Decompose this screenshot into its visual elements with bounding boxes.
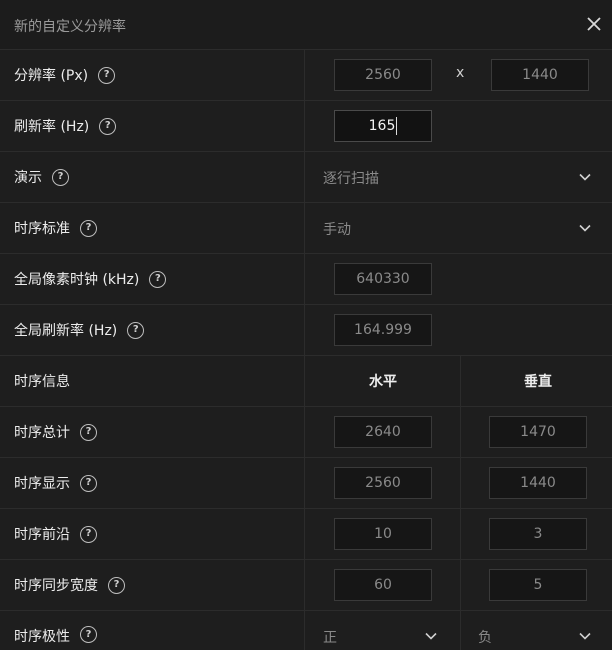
timing-info-row: 时序信息 水平 垂直 [0,356,612,407]
column-divider [460,407,461,457]
close-icon[interactable] [584,14,604,34]
help-icon[interactable]: ? [127,321,145,339]
scan-mode-row: 演示 ? 逐行扫描 [0,152,612,203]
text-caret [396,117,398,135]
pixel-clock-field[interactable]: 640330 [334,263,432,295]
sync-width-row: 时序同步宽度 ? 60 5 [0,560,612,611]
timing-standard-label: 时序标准 [14,221,70,237]
column-divider [460,509,461,559]
help-icon[interactable]: ? [149,270,167,288]
timing-standard-select[interactable]: 手动 [323,219,351,239]
chevron-down-icon[interactable] [578,629,592,643]
resolution-width-field[interactable]: 2560 [334,59,432,91]
help-icon[interactable]: ? [80,474,97,492]
refresh-rate-label: 刷新率 (Hz) [14,119,90,135]
help-icon[interactable]: ? [80,219,97,237]
pixel-clock-label: 全局像素时钟 (kHz) [14,272,140,288]
timing-total-horizontal-field[interactable]: 2640 [334,416,432,448]
chevron-down-icon[interactable] [578,221,592,235]
column-divider [460,611,461,650]
timing-display-row: 时序显示 ? 2560 1440 [0,458,612,509]
vertical-column-header: 垂直 [524,374,552,390]
sync-width-vertical-field[interactable]: 5 [489,569,587,601]
polarity-vertical-select[interactable]: 负 [478,627,492,647]
column-divider [460,458,461,508]
front-porch-label: 时序前沿 [14,527,70,543]
timing-standard-row: 时序标准 ? 手动 [0,203,612,254]
sync-width-horizontal-field[interactable]: 60 [334,569,432,601]
timing-total-row: 时序总计 ? 2640 1470 [0,407,612,458]
polarity-label: 时序极性 [14,629,70,645]
resolution-row: 分辨率 (Px) ? 2560 x 1440 [0,50,612,101]
column-divider [460,560,461,610]
timing-total-label: 时序总计 [14,425,70,441]
pixel-clock-row: 全局像素时钟 (kHz) ? 640330 [0,254,612,305]
dialog-titlebar: 新的自定义分辨率 [0,0,612,50]
sync-width-label: 时序同步宽度 [14,578,98,594]
column-divider [460,356,461,406]
help-icon[interactable]: ? [80,525,97,543]
front-porch-vertical-field[interactable]: 3 [489,518,587,550]
chevron-down-icon[interactable] [424,629,438,643]
help-icon[interactable]: ? [80,626,97,643]
timing-display-vertical-field[interactable]: 1440 [489,467,587,499]
global-refresh-label: 全局刷新率 (Hz) [14,323,118,339]
timing-display-horizontal-field[interactable]: 2560 [334,467,432,499]
front-porch-row: 时序前沿 ? 10 3 [0,509,612,560]
dialog-title: 新的自定义分辨率 [14,19,126,35]
help-icon[interactable]: ? [98,66,116,84]
help-icon[interactable]: ? [99,117,117,135]
help-icon[interactable]: ? [52,168,69,186]
scan-mode-select[interactable]: 逐行扫描 [323,168,379,188]
refresh-rate-field[interactable]: 165 [334,110,432,142]
timing-display-label: 时序显示 [14,476,70,492]
front-porch-horizontal-field[interactable]: 10 [334,518,432,550]
help-icon[interactable]: ? [80,423,97,441]
resolution-separator: x [456,65,465,81]
global-refresh-field[interactable]: 164.999 [334,314,432,346]
refresh-rate-row: 刷新率 (Hz) ? 165 [0,101,612,152]
resolution-height-field[interactable]: 1440 [491,59,589,91]
timing-info-label: 时序信息 [14,374,70,390]
resolution-label: 分辨率 (Px) [14,68,89,84]
chevron-down-icon[interactable] [578,170,592,184]
custom-resolution-dialog: 新的自定义分辨率 分辨率 (Px) ? 2560 x 1440 刷新率 (Hz)… [0,0,612,650]
global-refresh-row: 全局刷新率 (Hz) ? 164.999 [0,305,612,356]
scan-mode-label: 演示 [14,170,42,186]
timing-total-vertical-field[interactable]: 1470 [489,416,587,448]
polarity-horizontal-select[interactable]: 正 [323,627,337,647]
refresh-rate-value: 165 [368,118,396,134]
horizontal-column-header: 水平 [369,374,397,390]
help-icon[interactable]: ? [108,576,125,594]
polarity-row: 时序极性 ? 正 负 [0,611,612,650]
